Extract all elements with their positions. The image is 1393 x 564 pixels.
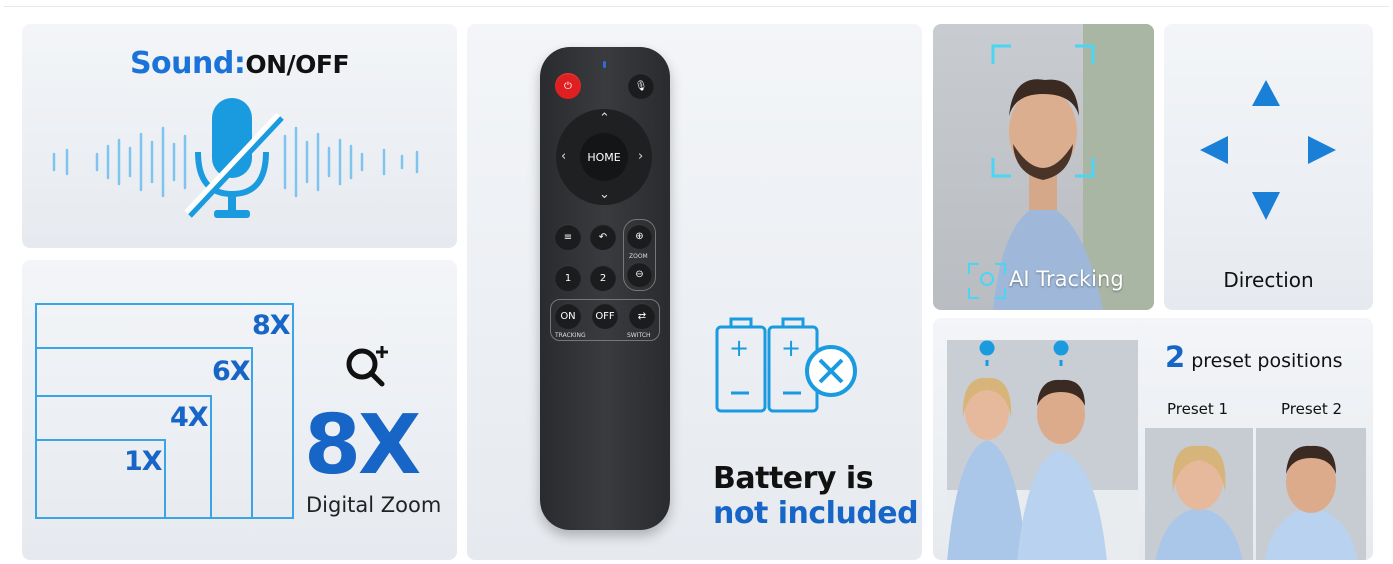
back-icon: ↶ <box>590 224 616 250</box>
menu-icon: ≡ <box>555 224 581 250</box>
zoom-in-magnifier-icon <box>346 346 388 387</box>
direction-down-icon <box>1252 192 1280 220</box>
zoom-level-1x: 1X <box>124 446 163 477</box>
up-arrow-icon: ⌃ <box>599 111 610 126</box>
tracking-on-button: ON <box>555 303 581 329</box>
left-arrow-icon: ‹ <box>561 149 567 164</box>
preset-2-photo <box>1256 428 1366 560</box>
ai-tracking-label: AI Tracking <box>1009 267 1124 291</box>
ai-tracking-panel: AI Tracking <box>933 24 1154 310</box>
direction-arrows <box>1200 80 1336 220</box>
preset-1-label: Preset 1 <box>1167 400 1229 418</box>
tracking-label: TRACKING <box>555 332 586 339</box>
zoom-big-value: 8X <box>304 398 421 493</box>
dpad: HOME ⌃ ⌄ ‹ › <box>556 109 652 205</box>
direction-panel: Direction <box>1164 24 1373 310</box>
power-icon: ⏻ <box>555 73 581 99</box>
preset-title-text: preset positions <box>1191 350 1343 372</box>
svg-text:+: + <box>729 334 749 362</box>
mic-mute-icon: 🎙 <box>628 73 654 99</box>
battery-line-2: not included <box>713 496 919 531</box>
zoom-level-8x: 8X <box>252 310 291 341</box>
direction-right-icon <box>1308 136 1336 164</box>
tracking-off-button: OFF <box>592 303 618 329</box>
direction-up-icon <box>1252 80 1280 106</box>
svg-text:+: + <box>781 334 801 362</box>
down-arrow-icon: ⌄ <box>599 187 610 202</box>
remote-panel: ⏻ 🎙 HOME ⌃ ⌄ ‹ › ≡ ↶ ⊕ ZOOM ⊖ 1 2 ON OFF… <box>467 24 922 560</box>
remote-control: ⏻ 🎙 HOME ⌃ ⌄ ‹ › ≡ ↶ ⊕ ZOOM ⊖ 1 2 ON OFF… <box>540 47 670 530</box>
digital-zoom-panel: 8X 6X 4X 1X 8X Digital Zoom <box>22 260 457 560</box>
right-arrow-icon: › <box>638 149 644 164</box>
battery-not-included-icon: + + <box>715 317 857 413</box>
home-button: HOME <box>580 133 628 181</box>
preset-positions-panel: 2 preset positions Preset 1 Preset 2 <box>933 318 1373 560</box>
zoom-group: ⊕ ZOOM ⊖ <box>623 219 656 291</box>
zoom-level-4x: 4X <box>170 402 209 433</box>
zoom-subtitle: Digital Zoom <box>306 493 442 517</box>
sound-panel: Sound:ON/OFF <box>22 24 457 248</box>
direction-label: Direction <box>1223 268 1314 292</box>
battery-note: Battery is not included <box>713 461 919 531</box>
battery-line-1: Battery is <box>713 461 874 496</box>
direction-left-icon <box>1200 136 1228 164</box>
zoom-out-icon: ⊖ <box>627 262 652 287</box>
zoom-in-icon: ⊕ <box>627 224 652 249</box>
preset-1-photo <box>1145 428 1253 560</box>
preset-1-button: 1 <box>555 265 581 291</box>
switch-label: SWITCH <box>627 332 651 339</box>
zoom-level-6x: 6X <box>212 356 251 387</box>
tracking-group: ON OFF ⇄ TRACKING SWITCH <box>550 299 660 341</box>
preset-count: 2 <box>1165 340 1186 374</box>
switch-icon: ⇄ <box>629 303 655 329</box>
preset-2-button: 2 <box>590 265 616 291</box>
meeting-photo <box>947 340 1138 560</box>
zoom-label: ZOOM <box>629 253 648 260</box>
indicator-light <box>603 61 606 68</box>
preset-2-label: Preset 2 <box>1281 400 1343 418</box>
preset-title: 2 preset positions <box>1165 340 1343 374</box>
muted-microphone-icon <box>52 98 419 218</box>
